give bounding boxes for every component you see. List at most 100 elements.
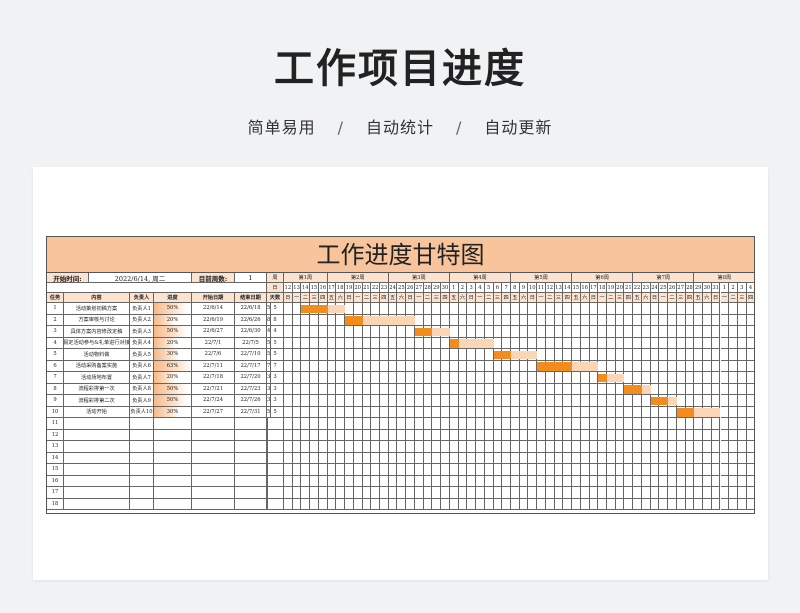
gantt-cell [345, 487, 354, 499]
gantt-cell [563, 452, 573, 464]
gantt-cell [607, 487, 616, 499]
day-number: 2 [458, 283, 468, 293]
gantt-cell [545, 464, 555, 476]
weekday-header: 天数 [267, 293, 284, 303]
gantt-cell [711, 314, 721, 326]
gantt-cell [563, 395, 573, 407]
gantt-cell [388, 349, 398, 361]
gantt-cell [484, 429, 494, 441]
gantt-cell [449, 487, 459, 499]
gantt-cell [554, 464, 564, 476]
gantt-cell [467, 303, 477, 315]
empty-cell [64, 441, 130, 453]
gantt-cell [694, 452, 704, 464]
gantt-cell [580, 383, 590, 395]
task-end-cell: 22/6/26 [235, 314, 267, 326]
progress-value: 20% [166, 374, 179, 381]
gantt-cell [476, 418, 485, 430]
gantt-cell [441, 429, 450, 441]
gantt-cell [589, 487, 599, 499]
gantt-cell [449, 464, 459, 476]
feature-item: 简单易用 [247, 118, 316, 137]
weekday-label: 三 [310, 293, 319, 303]
task-end-cell: 22/7/23 [235, 383, 267, 395]
gantt-cell [371, 337, 381, 349]
gantt-cell [659, 360, 669, 372]
gantt-cell [746, 441, 754, 453]
gantt-cell [423, 498, 433, 510]
gantt-cell [423, 349, 433, 361]
gantt-cell [694, 337, 704, 349]
gantt-cell [371, 441, 381, 453]
gantt-cell [510, 372, 520, 384]
task-progress-cell: 63% [154, 360, 192, 372]
gantt-cell [380, 337, 389, 349]
gantt-bar-done [624, 385, 642, 394]
gantt-cell [563, 314, 573, 326]
gantt-cell [607, 383, 616, 395]
gantt-cell [729, 360, 738, 372]
task-id-cell: 5 [47, 349, 64, 361]
gantt-cell [371, 487, 381, 499]
gantt-cell [685, 383, 695, 395]
gantt-cell [458, 418, 468, 430]
gantt-cell [423, 337, 433, 349]
gantt-cell [528, 326, 538, 338]
gantt-cell [345, 383, 354, 395]
gantt-cell [458, 303, 468, 315]
gantt-cell [432, 314, 442, 326]
task-content-cell: 流程彩排第二次 [64, 395, 130, 407]
gantt-cell [284, 314, 293, 326]
gantt-cell [537, 326, 546, 338]
gantt-cell [493, 326, 503, 338]
gantt-cell [510, 464, 520, 476]
task-owner-cell: 负责人7 [130, 372, 154, 384]
gantt-cell [720, 475, 730, 487]
gantt-cell [301, 349, 311, 361]
gantt-cell [484, 498, 494, 510]
gantt-cell [318, 418, 328, 430]
gantt-cell [301, 452, 311, 464]
gantt-cell [510, 452, 520, 464]
gantt-cell [703, 372, 712, 384]
gantt-cell [336, 498, 346, 510]
gantt-cell [502, 418, 511, 430]
gantt-cell [659, 337, 669, 349]
gantt-cell [519, 326, 529, 338]
gantt-cell [572, 372, 581, 384]
gantt-cell [388, 498, 398, 510]
weekday-label: 一 [292, 293, 302, 303]
gantt-cell [423, 475, 433, 487]
gantt-cell [598, 452, 607, 464]
gantt-cell [336, 337, 346, 349]
gantt-cell [694, 360, 704, 372]
gantt-cell [580, 498, 590, 510]
gantt-cell [641, 452, 651, 464]
gantt-cell [467, 475, 477, 487]
gantt-cell [458, 314, 468, 326]
empty-cell [192, 487, 235, 499]
gantt-cell [519, 475, 529, 487]
gantt-cell [406, 349, 415, 361]
gantt-cell [318, 487, 328, 499]
gantt-cell [746, 326, 754, 338]
gantt-cell [607, 406, 616, 418]
week-label: 第3周 [388, 273, 450, 283]
weekday-label: 五 [388, 293, 398, 303]
gantt-cell [615, 464, 625, 476]
gantt-cell [362, 303, 372, 315]
gantt-cell [694, 383, 704, 395]
gantt-cell [589, 429, 599, 441]
task-content-cell: 流程彩排第一次 [64, 383, 130, 395]
gantt-cell [572, 429, 581, 441]
task-owner-cell: 负责人10 [130, 406, 154, 418]
gantt-cell [327, 498, 337, 510]
empty-cell [192, 498, 235, 510]
gantt-cell [729, 303, 738, 315]
gantt-cell [284, 475, 293, 487]
gantt-cell [493, 429, 503, 441]
gantt-cell [703, 441, 712, 453]
gantt-cell [545, 303, 555, 315]
task-owner-cell: 负责人3 [130, 326, 154, 338]
gantt-cell [449, 326, 459, 338]
